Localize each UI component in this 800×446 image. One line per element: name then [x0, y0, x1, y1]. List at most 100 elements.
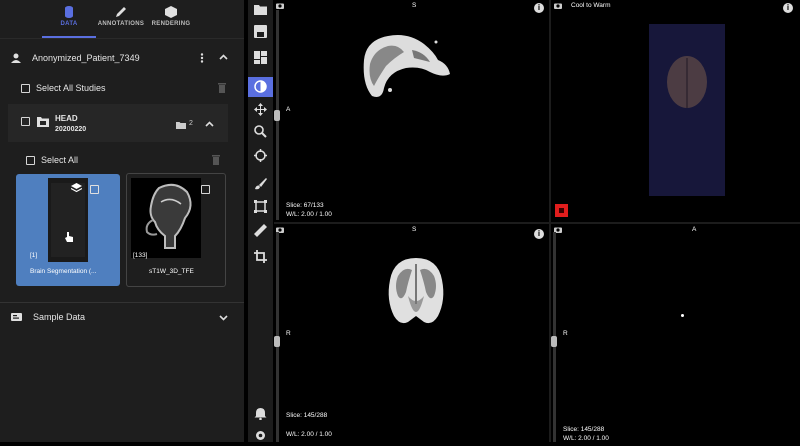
cube-icon [165, 6, 177, 18]
trash-icon[interactable] [212, 155, 220, 165]
viewport-bottom-left[interactable]: S R i Slice: 145/288 W/L: 2.00 / 1.00 [274, 224, 549, 442]
select-all-checkbox[interactable] [26, 156, 35, 165]
slice-slider-knob[interactable] [274, 110, 280, 121]
pan-tool[interactable] [248, 100, 273, 120]
bell-icon [254, 408, 267, 420]
active-tab-indicator [42, 36, 96, 38]
rectangle-tool[interactable] [248, 197, 273, 217]
info-icon[interactable]: i [783, 3, 793, 13]
slice-slider[interactable] [551, 232, 557, 442]
study-row[interactable]: HEAD 20200220 2 [8, 104, 228, 142]
window-level-readout: W/L: 2.00 / 1.00 [286, 431, 332, 438]
zoom-in-icon [254, 125, 267, 138]
save-icon [254, 25, 267, 38]
segmentation-slice-image [363, 35, 450, 97]
close-icon [559, 208, 564, 213]
zoom-tool[interactable] [248, 122, 273, 142]
tools-toolbar [248, 0, 273, 442]
folder-open-icon [254, 5, 267, 15]
series-thumbnail-brain-segmentation[interactable]: [1] Brain Segmentation (... [16, 174, 120, 286]
crosshair-icon [254, 149, 267, 162]
slice-readout: Slice: 145/288 [286, 412, 328, 419]
slice-slider[interactable] [274, 10, 280, 220]
orientation-label-left: A [286, 106, 291, 113]
chevron-down-icon[interactable] [219, 315, 228, 321]
info-icon[interactable]: i [534, 229, 544, 239]
chevron-up-icon[interactable] [219, 54, 228, 60]
notifications-tool[interactable] [248, 404, 273, 424]
layers-icon [71, 183, 82, 193]
coronal-segmentation-image [388, 258, 444, 324]
camera-icon[interactable] [276, 2, 284, 9]
tab-data[interactable]: DATA [40, 0, 98, 38]
orientation-label-top: S [412, 2, 417, 9]
sample-data-row[interactable]: Sample Data [0, 308, 244, 328]
window-level-tool[interactable] [248, 77, 273, 97]
layout-tool[interactable] [248, 48, 273, 68]
orientation-label-left: R [563, 330, 568, 337]
layout-grid-icon [254, 51, 267, 64]
window-level-readout: W/L: 2.00 / 1.00 [563, 435, 609, 442]
select-all-studies-label: Select All Studies [36, 83, 106, 93]
thumbnail-image [48, 178, 88, 262]
patient-row[interactable]: Anonymized_Patient_7349 [0, 44, 244, 72]
thumbnail-count: [1] [30, 252, 38, 259]
study-checkbox[interactable] [21, 117, 30, 126]
slice-slider-knob[interactable] [551, 336, 557, 347]
orientation-label-left: R [286, 330, 291, 337]
series-thumbnail-st1w[interactable]: [133] sT1W_3D_TFE [126, 173, 226, 287]
orientation-label-top: A [692, 226, 697, 233]
tab-data-label: DATA [60, 21, 78, 27]
brush-icon [255, 178, 267, 190]
thumbnail-checkbox[interactable] [90, 185, 99, 194]
sample-data-icon [11, 313, 22, 321]
camera-icon[interactable] [554, 2, 562, 9]
select-all-studies-checkbox[interactable] [21, 84, 30, 93]
crop-tool[interactable] [248, 247, 273, 267]
slice-slider[interactable] [274, 232, 280, 442]
study-name: HEAD [55, 114, 78, 123]
tab-rendering-label: RENDERING [151, 21, 191, 27]
save-tool[interactable] [248, 22, 273, 42]
ruler-icon [254, 224, 267, 237]
person-icon [11, 53, 21, 63]
study-date: 20200220 [55, 126, 87, 133]
viewport-top-right[interactable]: Cool to Warm i [551, 0, 800, 222]
thumbnail-count: [133] [133, 252, 148, 259]
thumbnail-checkbox[interactable] [201, 185, 210, 194]
slice-readout: Slice: 145/288 [563, 426, 605, 433]
slice-slider-knob[interactable] [274, 336, 280, 347]
patient-name: Anonymized_Patient_7349 [32, 53, 140, 63]
select-all-label: Select All [41, 155, 79, 165]
cursor-hand-icon [65, 232, 73, 242]
series-count: 2 [189, 120, 193, 127]
database-icon [65, 6, 73, 18]
viewport-top-left[interactable]: S A i Slice: 67/133 W/L: 2.00 / 1.00 [274, 0, 549, 222]
crop-icon [254, 250, 267, 263]
info-icon[interactable]: i [534, 3, 544, 13]
folder-icon [37, 117, 49, 127]
sidebar-tabs: DATA ANNOTATIONS RENDERING [0, 0, 244, 39]
tab-rendering[interactable]: RENDERING [142, 0, 200, 38]
trash-icon[interactable] [218, 83, 226, 93]
red-marker-button[interactable] [555, 204, 568, 217]
viewport-divider-horizontal[interactable] [274, 222, 800, 224]
ruler-tool[interactable] [248, 221, 273, 241]
thumbnail-label: Brain Segmentation (... [30, 268, 97, 275]
bounding-box-icon [254, 200, 267, 213]
sample-data-label: Sample Data [33, 312, 86, 322]
open-folder-tool[interactable] [248, 0, 273, 20]
window-level-readout: W/L: 2.00 / 1.00 [286, 211, 332, 218]
data-sidebar: DATA ANNOTATIONS RENDERING Anonymized_Pa… [0, 0, 244, 442]
viewport-bottom-right[interactable]: A R Slice: 145/288 W/L: 2.00 / 1.00 [551, 224, 800, 442]
settings-tool[interactable] [248, 426, 273, 446]
gear-icon [256, 431, 265, 440]
pan-arrows-icon [254, 103, 267, 116]
more-vertical-icon[interactable] [200, 53, 204, 63]
paint-tool[interactable] [248, 174, 273, 194]
chevron-up-icon[interactable] [205, 121, 214, 127]
contrast-icon [254, 80, 267, 93]
crosshairs-tool[interactable] [248, 146, 273, 166]
viewport-divider-vertical[interactable] [549, 0, 551, 442]
volume-render-image [649, 24, 725, 196]
